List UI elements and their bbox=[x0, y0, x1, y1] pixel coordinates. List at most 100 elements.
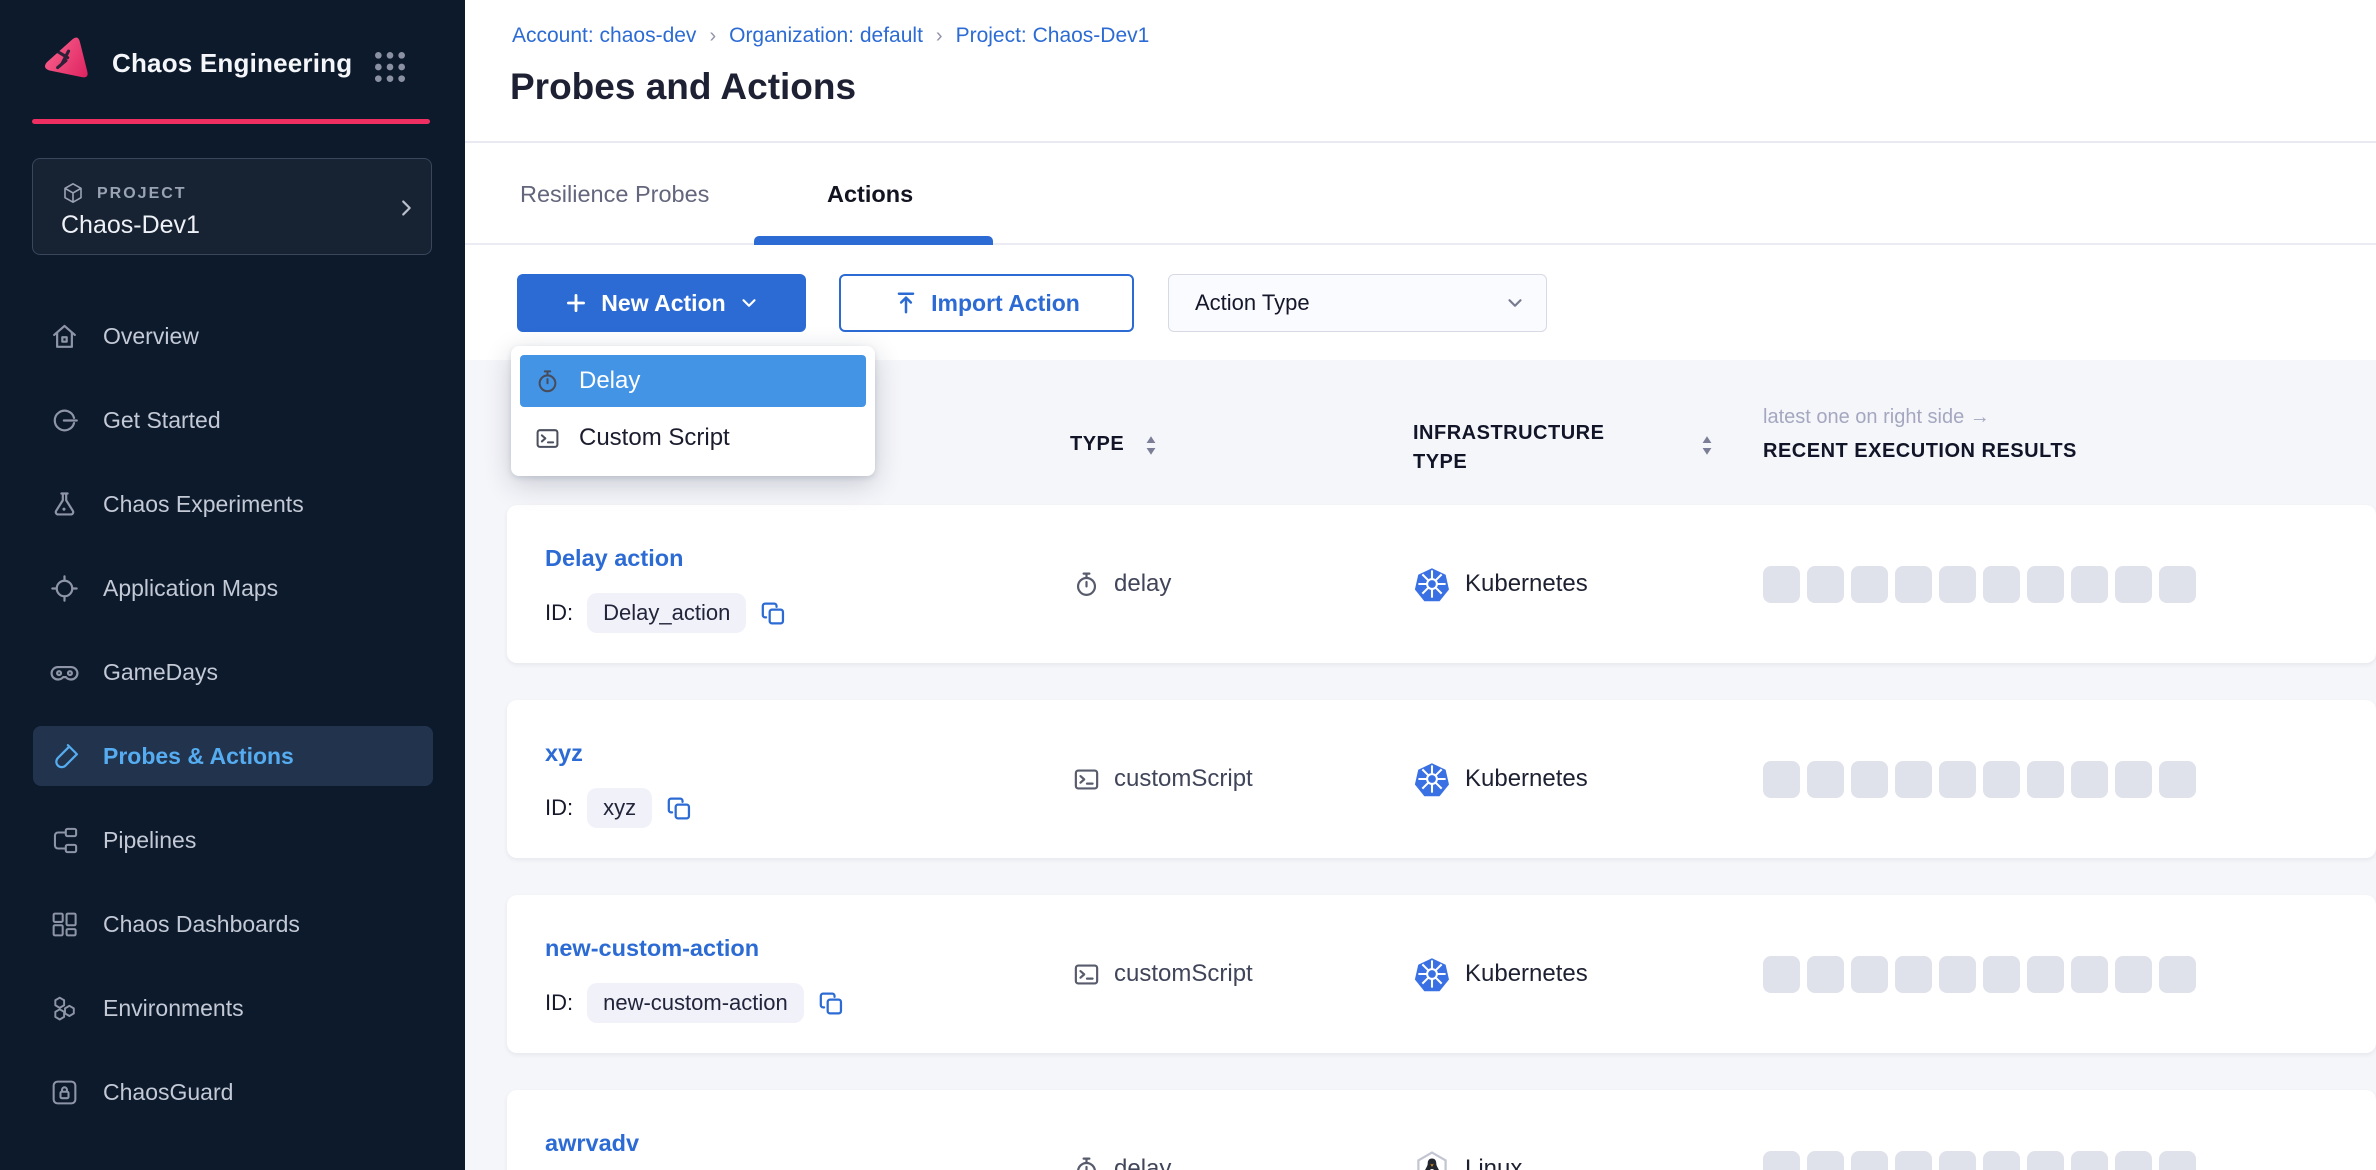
copy-icon[interactable] bbox=[818, 990, 845, 1017]
execution-result-placeholder bbox=[1895, 1151, 1932, 1170]
breadcrumb-link[interactable]: Organization: default bbox=[729, 24, 923, 48]
execution-result-placeholder bbox=[1851, 761, 1888, 798]
chevron-right-icon bbox=[395, 197, 417, 219]
sidebar-nav: Overview Get Started Chaos Experiments A… bbox=[33, 306, 433, 1122]
sidebar-item-chaos-experiments[interactable]: Chaos Experiments bbox=[33, 474, 433, 534]
execution-result-placeholder bbox=[2027, 566, 2064, 603]
tab-resilience-probes[interactable]: Resilience Probes bbox=[520, 181, 709, 208]
execution-result-placeholder bbox=[1939, 956, 1976, 993]
id-label: ID: bbox=[545, 600, 573, 626]
app-window: Chaos Engineering PROJECT Chaos-Dev1 Ove… bbox=[0, 0, 2376, 1170]
execution-result-placeholder bbox=[2071, 1151, 2108, 1170]
execution-result-placeholder bbox=[1939, 1151, 1976, 1170]
table-row: awrvadv delay Linux bbox=[507, 1090, 2376, 1170]
recent-results-cell bbox=[1763, 700, 2196, 858]
sort-icon[interactable] bbox=[1144, 434, 1158, 457]
breadcrumb-link[interactable]: Project: Chaos-Dev1 bbox=[956, 24, 1150, 48]
sort-icon[interactable] bbox=[1700, 434, 1714, 457]
sidebar-item-environments[interactable]: Environments bbox=[33, 978, 433, 1038]
execution-result-placeholder bbox=[2071, 566, 2108, 603]
id-value-pill: Delay_action bbox=[587, 593, 746, 633]
breadcrumb: Account: chaos-dev›Organization: default… bbox=[512, 24, 1149, 48]
action-name-link[interactable]: awrvadv bbox=[545, 1130, 639, 1157]
action-name-link[interactable]: xyz bbox=[545, 740, 583, 767]
execution-result-placeholder bbox=[2159, 761, 2196, 798]
stopwatch-icon bbox=[1072, 570, 1101, 599]
gamepad-icon bbox=[49, 657, 80, 688]
type-value: delay bbox=[1114, 1155, 1171, 1170]
sidebar-item-application-maps[interactable]: Application Maps bbox=[33, 558, 433, 618]
chevron-down-icon bbox=[738, 292, 760, 314]
menu-item-delay[interactable]: Delay bbox=[520, 355, 866, 407]
import-action-button[interactable]: Import Action bbox=[839, 274, 1134, 332]
stopwatch-icon bbox=[534, 368, 561, 395]
flask-icon bbox=[49, 489, 80, 520]
stopwatch-icon bbox=[1072, 1155, 1101, 1170]
execution-result-placeholder bbox=[2159, 956, 2196, 993]
copy-icon[interactable] bbox=[666, 795, 693, 822]
execution-result-placeholder bbox=[1851, 566, 1888, 603]
terminal-icon bbox=[534, 425, 561, 452]
execution-result-placeholder bbox=[2027, 761, 2064, 798]
execution-result-placeholder bbox=[1807, 761, 1844, 798]
menu-item-custom-script[interactable]: Custom Script bbox=[520, 412, 866, 464]
tab-bar: Resilience Probes Actions bbox=[465, 143, 2376, 245]
action-name-link[interactable]: new-custom-action bbox=[545, 935, 759, 962]
target-icon bbox=[49, 573, 80, 604]
infrastructure-value: Linux bbox=[1465, 1155, 1522, 1170]
execution-result-placeholder bbox=[2115, 761, 2152, 798]
action-id: ID: xyz bbox=[545, 788, 693, 828]
id-label: ID: bbox=[545, 795, 573, 821]
execution-result-placeholder bbox=[2159, 566, 2196, 603]
infrastructure-cell: Kubernetes bbox=[1413, 895, 1588, 1053]
sidebar-item-get-started[interactable]: Get Started bbox=[33, 390, 433, 450]
execution-result-placeholder bbox=[1851, 956, 1888, 993]
execution-result-placeholder bbox=[2159, 1151, 2196, 1170]
copy-icon[interactable] bbox=[760, 600, 787, 627]
home-icon bbox=[49, 321, 80, 352]
sidebar-item-pipelines[interactable]: Pipelines bbox=[33, 810, 433, 870]
new-action-button[interactable]: New Action bbox=[517, 274, 806, 332]
execution-result-placeholder bbox=[2071, 956, 2108, 993]
execution-result-placeholder bbox=[2115, 956, 2152, 993]
chevron-down-icon bbox=[1504, 292, 1526, 314]
table-row: xyz ID: xyz customScript Kubernetes bbox=[507, 700, 2376, 858]
id-label: ID: bbox=[545, 990, 573, 1016]
sidebar-item-probes-actions[interactable]: Probes & Actions bbox=[33, 726, 433, 786]
tab-actions[interactable]: Actions bbox=[827, 181, 913, 208]
execution-result-placeholder bbox=[1763, 956, 1800, 993]
sidebar-item-chaosguard[interactable]: ChaosGuard bbox=[33, 1062, 433, 1122]
action-type-select[interactable]: Action Type bbox=[1168, 274, 1547, 332]
sidebar: Chaos Engineering PROJECT Chaos-Dev1 Ove… bbox=[0, 0, 465, 1170]
execution-result-placeholder bbox=[2071, 761, 2108, 798]
k8s-icon bbox=[1413, 760, 1451, 798]
sidebar-item-gamedays[interactable]: GameDays bbox=[33, 642, 433, 702]
action-name-link[interactable]: Delay action bbox=[545, 545, 683, 572]
project-selector[interactable]: PROJECT Chaos-Dev1 bbox=[32, 158, 432, 255]
app-switcher-grid-icon[interactable] bbox=[370, 47, 410, 87]
action-id: ID: Delay_action bbox=[545, 593, 787, 633]
infrastructure-value: Kubernetes bbox=[1465, 570, 1588, 598]
execution-result-placeholder bbox=[1895, 956, 1932, 993]
execution-result-placeholder bbox=[1983, 761, 2020, 798]
execution-result-placeholder bbox=[1807, 956, 1844, 993]
breadcrumb-link[interactable]: Account: chaos-dev bbox=[512, 24, 696, 48]
type-value: customScript bbox=[1114, 960, 1253, 988]
execution-result-placeholder bbox=[1807, 566, 1844, 603]
recent-results-cell bbox=[1763, 505, 2196, 663]
execution-result-placeholder bbox=[1895, 566, 1932, 603]
column-header-infrastructure: INFRASTRUCTURE TYPE bbox=[1413, 419, 1653, 477]
sidebar-item-overview[interactable]: Overview bbox=[33, 306, 433, 366]
recent-results-note: latest one on right side → bbox=[1763, 406, 1990, 429]
execution-result-placeholder bbox=[2115, 1151, 2152, 1170]
execution-result-placeholder bbox=[2027, 956, 2064, 993]
execution-result-placeholder bbox=[1983, 956, 2020, 993]
sidebar-item-chaos-dashboards[interactable]: Chaos Dashboards bbox=[33, 894, 433, 954]
execution-result-placeholder bbox=[1939, 761, 1976, 798]
type-cell: delay bbox=[1072, 1090, 1171, 1170]
type-cell: customScript bbox=[1072, 700, 1253, 858]
execution-result-placeholder bbox=[1851, 1151, 1888, 1170]
pipeline-icon bbox=[49, 825, 80, 856]
type-cell: customScript bbox=[1072, 895, 1253, 1053]
execution-result-placeholder bbox=[1807, 1151, 1844, 1170]
